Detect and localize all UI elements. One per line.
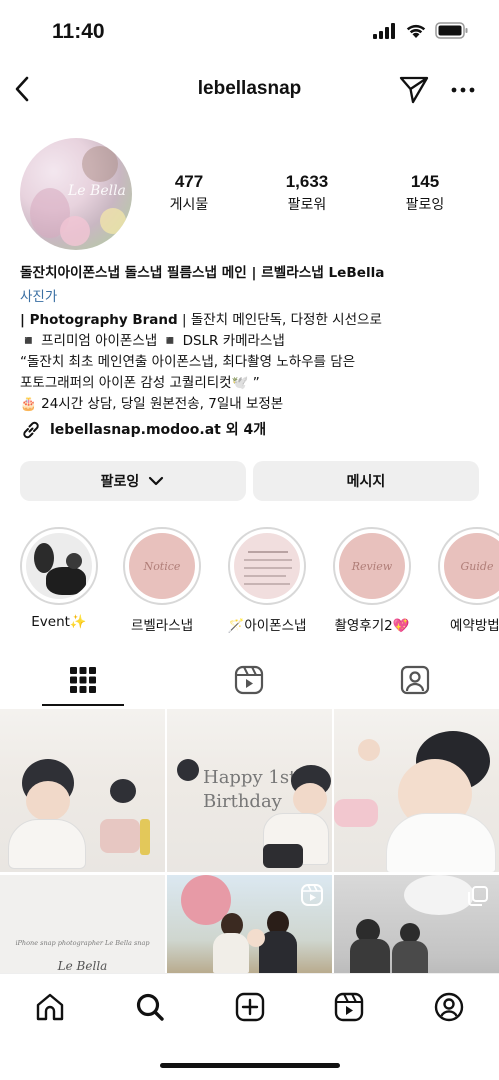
highlight-ring: Guide	[438, 527, 499, 605]
followers-count: 1,633	[285, 172, 329, 191]
message-button-label: 메시지	[346, 474, 386, 490]
highlight-cover: Guide	[444, 533, 499, 599]
birthday-text-2: Birthday	[203, 791, 282, 812]
active-tab-indicator	[42, 704, 124, 706]
profile-icon	[434, 992, 464, 1022]
highlight-review[interactable]: Review 촬영후기2💖	[333, 527, 411, 634]
chevron-down-icon	[149, 476, 164, 486]
more-options-icon[interactable]	[450, 80, 476, 100]
stat-followers[interactable]: 1,633 팔로워	[276, 172, 338, 214]
grid-post-1[interactable]	[0, 709, 165, 872]
profile-bio: 돌잔치아이폰스냅 돌스냅 필름스냅 메인 | 르벨라스냅 LeBella 사진가…	[20, 263, 490, 441]
highlight-label: 🪄아이폰스냅	[227, 618, 307, 634]
highlight-cover	[234, 533, 300, 599]
wifi-icon	[406, 24, 426, 38]
grid-post-3[interactable]	[334, 709, 499, 872]
followers-label: 팔로워	[287, 197, 327, 213]
birthday-text-1: Happy 1st	[203, 767, 297, 788]
grid-post-2[interactable]: Happy 1st Birthday	[167, 709, 332, 872]
bio-line-4: 포토그래퍼의 아이폰 감성 고퀄리티컷🕊️ ”	[20, 375, 260, 391]
message-button[interactable]: 메시지	[253, 461, 479, 501]
posts-count: 477	[174, 172, 204, 191]
posts-label: 게시물	[169, 197, 209, 213]
highlight-label: 르벨라스냅	[130, 618, 194, 634]
link-icon	[23, 421, 39, 439]
bio-line-2: ◾️ 프리미엄 아이폰스냅 ◾️ DSLR 카메라스냅	[20, 333, 285, 349]
highlight-cover-text: Guide	[460, 559, 494, 573]
highlight-label: 예약방법	[450, 618, 499, 634]
tagged-person-icon	[400, 665, 430, 695]
reel-indicator-icon	[301, 884, 323, 906]
profile-avatar[interactable]: Le Bella	[20, 138, 132, 250]
bio-line-3: “돌잔치 최초 메인연출 아이폰스냅, 최다촬영 노하우를 담은	[20, 354, 356, 370]
tab-reels[interactable]	[229, 660, 269, 700]
following-button-label: 팔로잉	[100, 474, 140, 490]
stat-following[interactable]: 145 팔로잉	[396, 172, 454, 214]
following-button[interactable]: 팔로잉	[20, 461, 246, 501]
highlight-iphone-snap[interactable]: 🪄아이폰스냅	[228, 527, 306, 634]
send-icon[interactable]	[398, 73, 430, 105]
bio-line-1-text: | 돌잔치 메인단독, 다정한 시선으로	[177, 312, 382, 328]
nav-home[interactable]	[33, 990, 67, 1024]
following-count: 145	[410, 172, 440, 191]
reels-icon	[334, 992, 364, 1022]
nav-profile[interactable]	[432, 990, 466, 1024]
highlight-cover	[26, 533, 92, 599]
highlight-ring: Review	[333, 527, 411, 605]
bio-link-text[interactable]: lebellasnap.modoo.at 외 4개	[50, 420, 266, 441]
bio-brand: | Photography Brand	[20, 312, 178, 328]
highlight-ring	[228, 527, 306, 605]
highlight-label: 촬영후기2💖	[334, 618, 410, 634]
snap-logo: Le Bella	[57, 959, 108, 973]
signal-icon	[373, 22, 395, 39]
bio-line-5: 🎂 24시간 상담, 당일 원본전송, 7일내 보정본	[20, 396, 284, 412]
highlight-cover: Notice	[129, 533, 195, 599]
snap-caption: iPhone snap photographer Le Bella snap	[15, 939, 150, 947]
bio-link[interactable]: lebellasnap.modoo.at 외 4개	[20, 419, 490, 441]
bio-line-1: | Photography Brand | 돌잔치 메인단독, 다정한 시선으로	[20, 310, 490, 331]
highlight-event[interactable]: Event✨	[20, 527, 98, 630]
highlight-ring: Notice	[123, 527, 201, 605]
following-label: 팔로잉	[405, 197, 445, 213]
profile-name: 돌잔치아이폰스냅 돌스냅 필름스냅 메인 | 르벨라스냅 LeBella	[20, 265, 385, 281]
search-icon	[136, 993, 164, 1021]
nav-search[interactable]	[133, 990, 167, 1024]
nav-reels[interactable]	[332, 990, 366, 1024]
multi-post-icon	[468, 886, 488, 906]
highlight-cover-text: Notice	[143, 559, 181, 573]
highlight-ring	[20, 527, 98, 605]
battery-icon	[435, 22, 468, 39]
highlight-notice[interactable]: Notice 르벨라스냅	[123, 527, 201, 634]
avatar-logo-text: Le Bella	[68, 183, 126, 199]
status-icons	[373, 22, 469, 39]
highlight-guide[interactable]: Guide 예약방법	[438, 527, 499, 634]
stat-posts[interactable]: 477 게시물	[160, 172, 218, 214]
status-time: 11:40	[52, 20, 105, 43]
add-post-icon	[235, 992, 265, 1022]
highlight-label: Event✨	[31, 614, 87, 630]
home-indicator	[160, 1063, 340, 1068]
highlight-cover: Review	[339, 533, 405, 599]
tab-posts-grid[interactable]	[63, 660, 103, 700]
profile-category[interactable]: 사진가	[20, 287, 490, 308]
grid-icon	[70, 667, 96, 693]
highlight-cover-text: Review	[351, 559, 393, 573]
reels-icon	[234, 665, 264, 695]
tab-tagged[interactable]	[395, 660, 435, 700]
nav-create[interactable]	[233, 990, 267, 1024]
home-icon	[36, 993, 64, 1021]
